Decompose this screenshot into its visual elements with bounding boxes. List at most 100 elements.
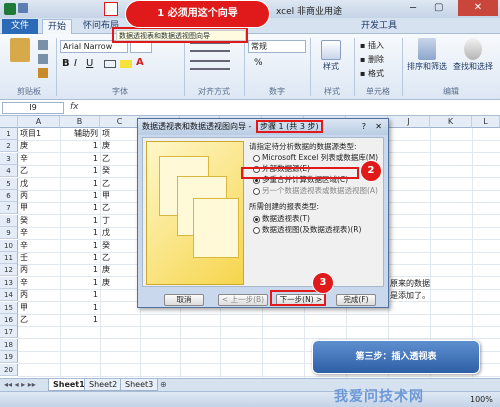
table-cell[interactable] [60, 364, 98, 376]
table-cell[interactable] [102, 351, 138, 363]
table-cell[interactable] [20, 326, 60, 338]
row-header[interactable]: 3 [0, 152, 18, 165]
copy-icon[interactable] [38, 54, 48, 64]
table-cell[interactable] [60, 339, 98, 351]
new-sheet-icon[interactable]: ⊕ [160, 380, 167, 389]
column-header[interactable]: K [430, 116, 472, 128]
align-icon[interactable] [190, 42, 230, 52]
table-cell[interactable]: 乙 [20, 314, 60, 326]
table-cell[interactable]: 辛 [20, 153, 60, 165]
find-select-button[interactable]: 查找和选择 [450, 38, 496, 71]
table-cell[interactable]: 丙 [20, 190, 60, 202]
table-cell[interactable]: 1 [60, 178, 98, 190]
table-cell[interactable]: 庚 [102, 140, 138, 152]
font-color-icon[interactable]: A [136, 57, 144, 68]
insert-cells-button[interactable]: ▪ 插入 [360, 40, 384, 51]
table-cell[interactable]: 1 [60, 264, 98, 276]
cancel-button[interactable]: 取消 [164, 294, 204, 306]
row-header[interactable]: 6 [0, 190, 18, 202]
table-cell[interactable]: 1 [60, 302, 98, 314]
row-header[interactable]: 11 [0, 252, 18, 264]
column-header[interactable]: L [472, 116, 500, 128]
row-header[interactable]: 16 [0, 314, 18, 326]
pivot-wizard-qat-icon[interactable] [104, 2, 118, 16]
table-cell[interactable]: 项 [102, 128, 138, 140]
cut-icon[interactable] [38, 40, 48, 50]
table-cell[interactable] [102, 302, 138, 314]
row-header[interactable]: 10 [0, 239, 18, 252]
table-cell[interactable]: 庚 [20, 140, 60, 152]
back-button[interactable]: < 上一步(B) [218, 294, 268, 306]
table-cell[interactable]: 1 [60, 202, 98, 214]
table-cell[interactable]: 辛 [20, 240, 60, 252]
source-option-list[interactable]: Microsoft Excel 列表或数据库(M) [253, 153, 378, 163]
number-format-select[interactable]: 常规 [248, 40, 306, 53]
source-option-another-pivot[interactable]: 另一个数据透视表或数据透视图(A) [253, 186, 378, 196]
tab-developer[interactable]: 开发工具 [356, 19, 402, 34]
row-header[interactable]: 20 [0, 363, 18, 376]
sort-filter-button[interactable]: 排序和筛选 [406, 38, 448, 71]
row-header[interactable]: 2 [0, 140, 18, 153]
name-box[interactable]: I9 [2, 102, 64, 114]
table-cell[interactable] [20, 364, 60, 376]
table-cell[interactable]: 庚 [102, 264, 138, 276]
row-header[interactable]: 14 [0, 289, 18, 302]
table-cell[interactable]: 甲 [102, 190, 138, 202]
table-cell[interactable] [102, 326, 138, 338]
border-icon[interactable] [104, 60, 116, 68]
close-icon[interactable]: ✕ [458, 0, 498, 16]
table-cell[interactable]: 1 [60, 190, 98, 202]
underline-icon[interactable]: U [86, 58, 93, 69]
table-cell[interactable]: 戊 [20, 178, 60, 190]
row-header[interactable]: 4 [0, 165, 18, 178]
minimize-icon[interactable]: ─ [410, 3, 416, 14]
table-cell[interactable]: 辅助列 [60, 128, 98, 140]
column-header[interactable]: J [388, 116, 430, 128]
fx-icon[interactable]: fx [70, 102, 79, 112]
table-cell[interactable]: 乙 [102, 153, 138, 165]
table-cell[interactable]: 辛 [20, 277, 60, 289]
italic-icon[interactable]: I [74, 58, 77, 69]
table-cell[interactable]: 1 [60, 277, 98, 289]
table-cell[interactable]: 丙 [20, 264, 60, 276]
sheet-tab-3[interactable]: Sheet3 [120, 379, 159, 391]
table-cell[interactable]: 1 [60, 227, 98, 239]
zoom-level[interactable]: 100% [470, 395, 493, 404]
table-cell[interactable]: 1 [60, 240, 98, 252]
table-cell[interactable]: 1 [60, 252, 98, 264]
dialog-close-icon[interactable]: ✕ [375, 119, 382, 135]
table-cell[interactable]: 癸 [102, 240, 138, 252]
tab-home[interactable]: 开始 [42, 19, 73, 34]
table-cell[interactable]: 丙 [20, 289, 60, 301]
table-cell[interactable] [102, 339, 138, 351]
table-cell[interactable]: 项目1 [20, 128, 60, 140]
table-cell[interactable]: 庚 [102, 277, 138, 289]
help-icon[interactable]: ? [362, 119, 366, 135]
type-option-pivot-table[interactable]: 数据透视表(T) [253, 214, 310, 224]
format-cells-button[interactable]: ▪ 格式 [360, 68, 384, 79]
save-icon[interactable] [18, 3, 28, 13]
row-header[interactable]: 8 [0, 214, 18, 227]
table-cell[interactable] [20, 339, 60, 351]
row-header[interactable]: 17 [0, 326, 18, 339]
table-cell[interactable]: 乙 [102, 252, 138, 264]
align-lower-icon[interactable] [190, 60, 230, 70]
table-cell[interactable] [102, 314, 138, 326]
row-header[interactable]: 12 [0, 264, 18, 277]
table-cell[interactable]: 壬 [20, 252, 60, 264]
column-header[interactable]: A [18, 116, 60, 128]
row-header[interactable]: 18 [0, 338, 18, 351]
table-cell[interactable] [102, 364, 138, 376]
table-cell[interactable]: 1 [60, 153, 98, 165]
row-header[interactable]: 19 [0, 351, 18, 364]
table-cell[interactable]: 1 [60, 140, 98, 152]
table-cell[interactable]: 乙 [102, 178, 138, 190]
paste-button[interactable] [6, 38, 34, 64]
tab-file[interactable]: 文件 [2, 19, 38, 34]
table-cell[interactable]: 甲 [20, 302, 60, 314]
table-cell[interactable]: 甲 [20, 202, 60, 214]
table-cell[interactable]: 丁 [102, 215, 138, 227]
table-cell[interactable]: 1 [60, 314, 98, 326]
styles-button[interactable]: 样式 [316, 40, 346, 71]
table-cell[interactable]: 癸 [20, 215, 60, 227]
